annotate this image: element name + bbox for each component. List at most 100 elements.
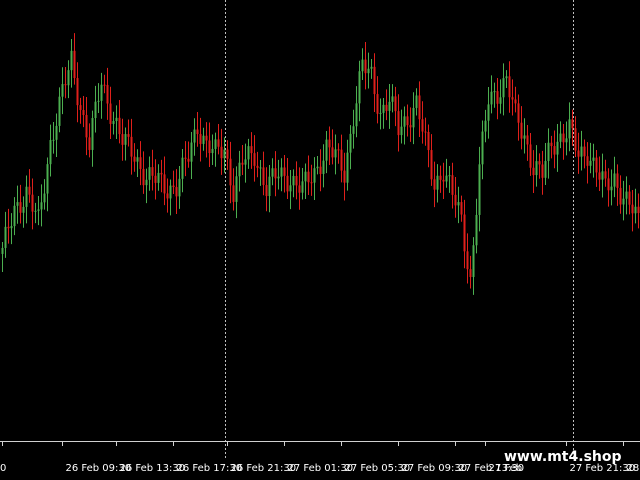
- bear-candle-body: [517, 103, 520, 123]
- bear-candle-body: [28, 186, 31, 195]
- bear-candle-body: [454, 194, 457, 206]
- bull-candle-body: [91, 118, 94, 150]
- bear-candle-body: [562, 133, 565, 143]
- candlestick-chart: 0 26 Feb 09:3026 Feb 13:3026 Feb 17:3026 …: [0, 0, 640, 480]
- bear-candle-body: [442, 179, 445, 182]
- bear-candle-body: [496, 91, 499, 104]
- bull-candle-body: [412, 107, 415, 128]
- bull-candle-body: [622, 198, 625, 205]
- bear-candle-body: [163, 174, 166, 194]
- bull-candle-body: [634, 206, 637, 214]
- bear-candle-body: [469, 269, 472, 278]
- bull-candle-body: [292, 175, 295, 186]
- chart-background: [0, 0, 640, 480]
- bear-candle-body: [616, 173, 619, 188]
- bear-candle-body: [574, 128, 577, 151]
- bull-candle-body: [367, 68, 370, 74]
- bull-candle-body: [361, 59, 364, 72]
- bull-candle-body: [70, 50, 73, 71]
- bear-candle-body: [319, 166, 322, 174]
- bull-candle-body: [235, 176, 238, 202]
- bull-candle-body: [499, 97, 502, 104]
- bear-candle-body: [88, 137, 91, 150]
- bear-candle-body: [79, 105, 82, 111]
- bear-candle-body: [637, 206, 640, 214]
- bull-candle-body: [475, 214, 478, 246]
- bear-candle-body: [187, 158, 190, 162]
- bear-candle-body: [142, 168, 145, 186]
- bull-candle-body: [277, 176, 280, 179]
- bull-candle-body: [370, 66, 373, 69]
- bear-candle-body: [553, 146, 556, 155]
- bull-candle-body: [391, 96, 394, 102]
- bull-candle-body: [379, 112, 382, 114]
- bear-candle-body: [583, 146, 586, 157]
- bull-candle-body: [67, 70, 70, 86]
- bear-candle-body: [184, 157, 187, 159]
- bull-candle-body: [244, 159, 247, 165]
- bear-candle-body: [151, 167, 154, 176]
- bear-candle-body: [460, 202, 463, 215]
- bear-candle-body: [265, 184, 268, 197]
- bull-candle-body: [52, 139, 55, 141]
- bull-candle-body: [238, 162, 241, 177]
- bear-candle-body: [232, 185, 235, 202]
- bear-candle-body: [127, 134, 130, 137]
- bear-candle-body: [256, 165, 259, 168]
- bear-candle-body: [394, 96, 397, 112]
- bull-candle-body: [301, 181, 304, 193]
- bull-candle-body: [247, 146, 250, 160]
- bear-candle-body: [109, 103, 112, 124]
- bear-candle-body: [619, 187, 622, 205]
- bull-candle-body: [322, 160, 325, 174]
- bull-candle-body: [601, 171, 604, 180]
- bear-candle-body: [133, 156, 136, 162]
- bear-candle-body: [550, 142, 553, 147]
- bear-candle-body: [451, 175, 454, 195]
- bear-candle-body: [274, 168, 277, 179]
- bear-candle-body: [196, 129, 199, 135]
- bear-candle-body: [463, 214, 466, 252]
- bear-candle-body: [508, 76, 511, 98]
- bull-candle-body: [211, 148, 214, 154]
- bear-candle-body: [586, 156, 589, 166]
- bull-candle-body: [115, 117, 118, 122]
- bear-candle-body: [340, 149, 343, 171]
- bear-candle-body: [217, 139, 220, 147]
- bear-candle-body: [529, 144, 532, 168]
- bull-candle-body: [58, 96, 61, 126]
- bear-candle-body: [385, 104, 388, 111]
- bear-candle-body: [19, 202, 22, 213]
- bull-candle-body: [559, 133, 562, 142]
- bull-candle-body: [34, 210, 37, 212]
- bull-candle-body: [25, 186, 28, 207]
- bull-candle-body: [565, 138, 568, 143]
- bear-candle-body: [424, 131, 427, 133]
- bear-candle-body: [295, 175, 298, 186]
- bull-candle-body: [502, 78, 505, 98]
- bear-candle-body: [172, 185, 175, 188]
- bear-candle-body: [538, 161, 541, 165]
- bear-candle-body: [307, 171, 310, 183]
- bear-candle-body: [175, 187, 178, 197]
- bull-candle-body: [193, 129, 196, 143]
- bull-candle-body: [214, 139, 217, 149]
- bear-candle-body: [121, 134, 124, 145]
- x-tick-label: 28 Feb 01:30: [627, 463, 640, 474]
- bull-candle-body: [445, 175, 448, 182]
- bear-candle-body: [409, 125, 412, 128]
- bull-candle-body: [94, 101, 97, 119]
- bear-candle-body: [253, 153, 256, 166]
- bull-candle-body: [487, 104, 490, 121]
- bear-candle-body: [220, 146, 223, 159]
- bull-candle-body: [346, 152, 349, 183]
- bear-candle-body: [433, 179, 436, 190]
- bull-candle-body: [334, 149, 337, 158]
- bear-candle-body: [286, 175, 289, 192]
- bear-candle-body: [226, 149, 229, 159]
- bull-candle-body: [22, 206, 25, 213]
- bull-candle-body: [400, 126, 403, 136]
- bull-candle-body: [202, 135, 205, 144]
- bear-candle-body: [160, 172, 163, 175]
- bear-candle-body: [343, 170, 346, 183]
